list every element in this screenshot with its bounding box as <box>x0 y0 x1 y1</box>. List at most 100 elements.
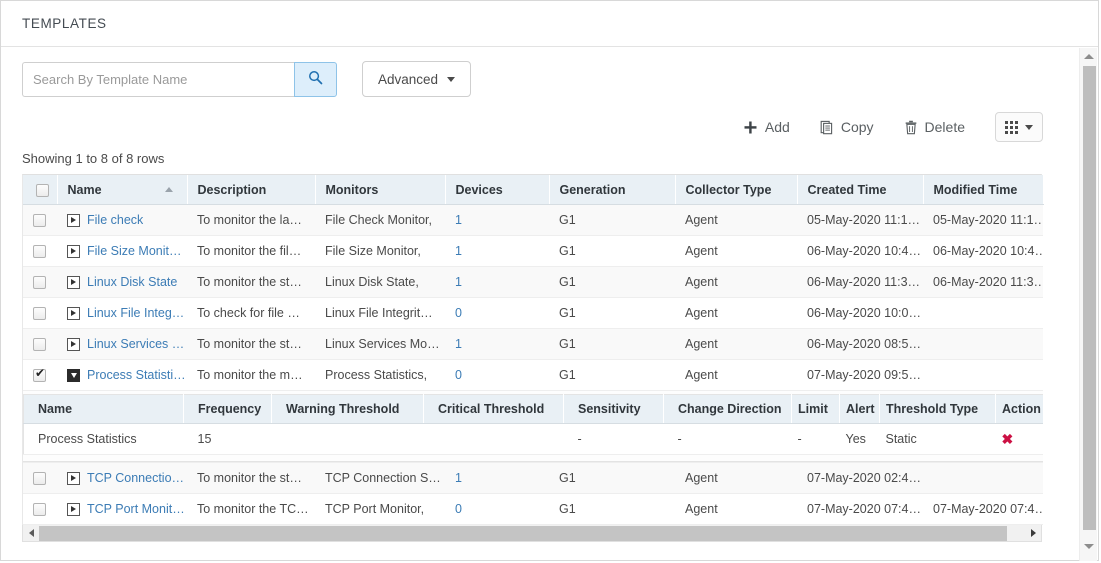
column-header-name[interactable]: Name <box>57 175 188 205</box>
page-title: TEMPLATES <box>22 16 107 31</box>
table-row[interactable]: Linux Services … To monitor the st… Linux … <box>23 328 1043 360</box>
devices-count-link[interactable]: 0 <box>455 502 462 516</box>
sub-column-header: Critical Threshold <box>423 394 564 424</box>
template-name-link[interactable]: TCP Port Monit… <box>87 502 185 516</box>
sub-table-header-row: Name Frequency Warning Threshold Critical T… <box>23 394 1043 424</box>
cell-monitors: Linux File Integrit… <box>315 297 445 329</box>
search-button[interactable] <box>294 61 337 97</box>
template-name-link[interactable]: File Size Monit… <box>87 244 181 258</box>
table-row[interactable]: Linux Disk State To monitor the st… Linux … <box>23 266 1043 298</box>
expand-row-icon[interactable] <box>67 275 80 289</box>
row-select-cell <box>23 204 57 236</box>
collapse-row-icon[interactable] <box>67 368 80 382</box>
expand-row-icon[interactable] <box>67 337 80 351</box>
row-select-checkbox[interactable] <box>33 503 46 517</box>
devices-count-link[interactable]: 0 <box>455 368 462 382</box>
column-header-monitors[interactable]: Monitors <box>315 175 446 205</box>
row-select-checkbox[interactable] <box>33 307 46 321</box>
expand-row-icon[interactable] <box>67 213 80 227</box>
delete-x-icon[interactable]: ✖ <box>1002 431 1014 447</box>
sub-cell-critical-threshold <box>423 423 564 455</box>
table-row[interactable]: TCP Port Monit… To monitor the TC… TCP Por… <box>23 493 1043 525</box>
sub-column-header: Sensitivity <box>563 394 664 424</box>
advanced-button[interactable]: Advanced <box>362 61 472 97</box>
grid-view-icon <box>1005 120 1018 134</box>
template-name-link[interactable]: Process Statisti… <box>87 368 186 382</box>
grid-view-button[interactable] <box>995 112 1043 142</box>
cell-monitors: File Check Monitor, <box>315 204 445 236</box>
cell-generation: G1 <box>549 462 675 494</box>
devices-count-link[interactable]: 1 <box>455 213 462 227</box>
expanded-detail-row: Name Frequency Warning Threshold Critical T… <box>23 390 1043 463</box>
horizontal-scroll-thumb[interactable] <box>39 525 1007 541</box>
cell-collector-type: Agent <box>675 266 797 298</box>
row-select-cell <box>23 493 57 525</box>
column-header-modified-time[interactable]: Modified Time <box>923 175 1044 205</box>
cell-name: Linux File Integ… <box>57 297 187 329</box>
row-select-cell <box>23 297 57 329</box>
column-header-devices[interactable]: Devices <box>445 175 550 205</box>
cell-monitors: Process Statistics, <box>315 359 445 391</box>
template-name-link[interactable]: File check <box>87 213 143 227</box>
row-select-checkbox[interactable] <box>33 338 46 352</box>
devices-count-link[interactable]: 1 <box>455 275 462 289</box>
copy-icon <box>820 120 834 135</box>
table-row[interactable]: Process Statisti… To monitor the m… Proces… <box>23 359 1043 391</box>
scroll-right-arrow[interactable] <box>1025 526 1041 541</box>
add-label: Add <box>764 119 790 135</box>
cell-created-time: 06-May-2020 08:5… <box>797 328 923 360</box>
table-row[interactable]: File check To monitor the la… File Check M… <box>23 204 1043 236</box>
row-select-checkbox[interactable] <box>33 472 46 486</box>
row-select-checkbox[interactable] <box>33 276 46 290</box>
column-header-created-time[interactable]: Created Time <box>797 175 924 205</box>
table-row[interactable]: File Size Monit… To monitor the fil… File … <box>23 235 1043 267</box>
scroll-left-arrow[interactable] <box>23 526 39 541</box>
column-header-collector-type[interactable]: Collector Type <box>675 175 798 205</box>
sub-cell-change-direction: - <box>663 423 792 455</box>
vertical-scrollbar[interactable] <box>1079 48 1097 561</box>
row-select-checkbox[interactable] <box>33 245 46 259</box>
scroll-up-arrow[interactable] <box>1080 48 1098 65</box>
search-bar: Advanced <box>1 48 1061 97</box>
cell-description: To monitor the st… <box>187 328 315 360</box>
chevron-down-icon <box>447 76 456 82</box>
horizontal-scrollbar[interactable] <box>22 525 1042 542</box>
delete-button[interactable]: Delete <box>904 119 965 135</box>
sub-cell-action: ✖ <box>995 423 1043 455</box>
template-name-link[interactable]: Linux Disk State <box>87 275 177 289</box>
search-input[interactable] <box>22 61 294 97</box>
select-all-checkbox[interactable] <box>36 183 49 197</box>
devices-count-link[interactable]: 1 <box>455 471 462 485</box>
devices-count-link[interactable]: 1 <box>455 337 462 351</box>
template-name-link[interactable]: Linux File Integ… <box>87 306 184 320</box>
horizontal-scroll-track[interactable] <box>39 525 1025 541</box>
expand-row-icon[interactable] <box>67 244 80 258</box>
copy-button[interactable]: Copy <box>820 119 874 135</box>
devices-count-link[interactable]: 1 <box>455 244 462 258</box>
add-button[interactable]: Add <box>743 119 790 135</box>
cell-collector-type: Agent <box>675 462 797 494</box>
devices-count-link[interactable]: 0 <box>455 306 462 320</box>
row-select-checkbox[interactable] <box>33 367 46 383</box>
cell-devices: 1 <box>445 266 549 298</box>
sort-ascending-icon <box>164 187 173 192</box>
cell-collector-type: Agent <box>675 204 797 236</box>
expand-row-icon[interactable] <box>67 306 80 320</box>
sub-cell-sensitivity: - <box>563 423 664 455</box>
table-row[interactable]: TCP Connectio… To monitor the st… TCP Conn… <box>23 462 1043 494</box>
template-name-link[interactable]: Linux Services … <box>87 337 184 351</box>
expand-row-icon[interactable] <box>67 502 80 516</box>
expand-row-icon[interactable] <box>67 471 80 485</box>
scroll-down-arrow[interactable] <box>1080 538 1098 555</box>
table-row[interactable]: Linux File Integ… To check for file … Linu… <box>23 297 1043 329</box>
vertical-scroll-thumb[interactable] <box>1083 66 1096 530</box>
row-select-checkbox[interactable] <box>33 214 46 228</box>
template-name-link[interactable]: TCP Connectio… <box>87 471 184 485</box>
cell-devices: 0 <box>445 297 549 329</box>
cell-created-time: 07-May-2020 07:4… <box>797 493 923 525</box>
table-body: File check To monitor the la… File Check M… <box>23 204 1043 525</box>
column-header-generation[interactable]: Generation <box>549 175 676 205</box>
cell-generation: G1 <box>549 266 675 298</box>
column-header-description[interactable]: Description <box>187 175 316 205</box>
cell-devices: 0 <box>445 493 549 525</box>
